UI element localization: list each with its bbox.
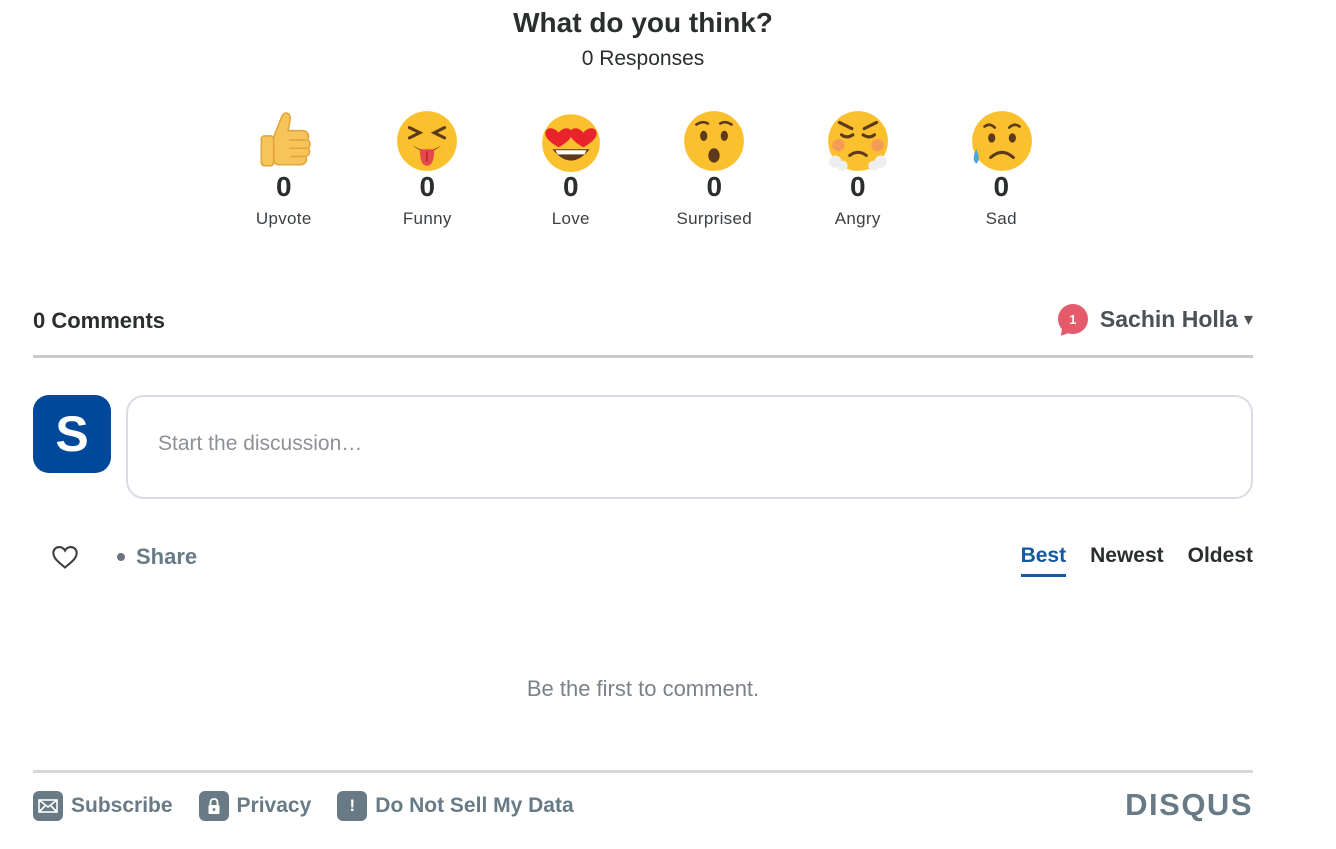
privacy-link[interactable]: Privacy	[198, 791, 312, 821]
reaction-upvote[interactable]: 0 Upvote	[212, 108, 356, 230]
responses-count: 0 Responses	[581, 47, 705, 70]
do-not-sell-link[interactable]: ! Do Not Sell My Data	[337, 791, 574, 821]
exclamation-icon: !	[337, 791, 368, 821]
empty-state-message: Be the first to comment.	[526, 676, 760, 701]
do-not-sell-label: Do Not Sell My Data	[375, 794, 574, 817]
subscribe-link[interactable]: Subscribe	[33, 791, 173, 821]
reactions-list: 0 Upvote 0 Funny 0 Love 0 Surprised 0 An…	[212, 108, 1073, 230]
discussion-toolbar: Share Best Newest Oldest	[33, 538, 1253, 578]
sort-tab-newest[interactable]: Newest	[1090, 544, 1164, 577]
reaction-love[interactable]: 0 Love	[499, 108, 643, 230]
footer: Subscribe Privacy ! Do Not Sell My Data …	[33, 770, 1253, 840]
reaction-count: 0	[993, 171, 1010, 202]
separator-dot	[117, 553, 125, 561]
sort-tab-oldest[interactable]: Oldest	[1188, 544, 1253, 577]
user-name: Sachin Holla	[1099, 305, 1238, 332]
comment-composer[interactable]	[126, 395, 1253, 499]
reaction-surprised[interactable]: 0 Surprised	[643, 108, 787, 230]
sad-sweat-face-icon	[972, 111, 1033, 171]
privacy-label: Privacy	[236, 794, 312, 817]
reaction-count: 0	[706, 171, 723, 202]
comment-input[interactable]	[158, 427, 1218, 461]
comment-count: 0 Comments	[33, 308, 166, 333]
reaction-label: Funny	[402, 209, 452, 228]
reaction-label: Sad	[985, 209, 1017, 228]
sort-tab-best[interactable]: Best	[1020, 544, 1067, 577]
heart-icon[interactable]	[51, 544, 79, 570]
reaction-label: Love	[551, 209, 590, 228]
hushed-face-icon	[684, 111, 745, 171]
reaction-angry[interactable]: 0 Angry	[786, 108, 930, 230]
notification-badge[interactable]: 1	[1057, 304, 1088, 340]
reaction-label: Surprised	[676, 209, 752, 228]
reaction-count: 0	[562, 171, 579, 202]
subscribe-label: Subscribe	[71, 794, 173, 817]
heart-eyes-face-icon	[541, 114, 600, 172]
avatar[interactable]: S	[33, 395, 111, 473]
disqus-logo[interactable]: DISQUS	[1125, 787, 1253, 823]
reaction-label: Angry	[834, 209, 881, 228]
reactions-header: What do you think? 0 Responses	[0, 6, 1286, 72]
user-menu[interactable]: 1 Sachin Holla ▾	[1057, 304, 1253, 340]
steam-nose-face-icon	[827, 111, 888, 171]
lock-icon	[198, 791, 229, 821]
squinting-tongue-face-icon	[397, 111, 458, 171]
reaction-count: 0	[275, 171, 292, 202]
reaction-label: Upvote	[255, 209, 312, 228]
reactions-title: What do you think?	[513, 7, 773, 38]
caret-down-icon: ▾	[1243, 308, 1253, 329]
footer-links: Subscribe Privacy ! Do Not Sell My Data	[33, 791, 600, 821]
reaction-count: 0	[419, 171, 436, 202]
reaction-funny[interactable]: 0 Funny	[356, 108, 500, 230]
reaction-count: 0	[849, 171, 866, 202]
thumbs-up-icon	[260, 112, 311, 167]
reaction-sad[interactable]: 0 Sad	[930, 108, 1074, 230]
envelope-icon	[33, 791, 63, 821]
share-button[interactable]: Share	[136, 544, 197, 570]
sort-tabs: Best Newest Oldest	[997, 544, 1253, 577]
comments-header: 0 Comments 1 Sachin Holla ▾	[33, 296, 1253, 358]
